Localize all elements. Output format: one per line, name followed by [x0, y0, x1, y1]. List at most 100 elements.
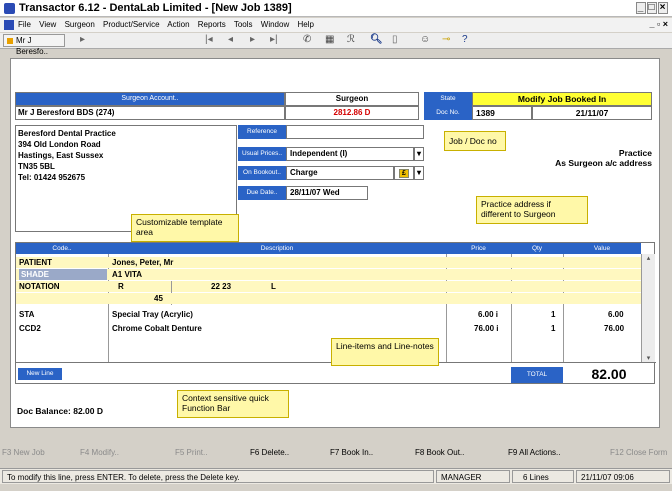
f6-delete-button[interactable]: F6 Delete.. [250, 448, 289, 457]
on-booking-select[interactable]: Charge [286, 166, 394, 180]
f12-close-form-button[interactable]: F12 Close Form [610, 448, 667, 457]
tab-icon [7, 38, 13, 44]
prev-record-icon[interactable]: ◂ [228, 34, 233, 45]
f3-new-job-button[interactable]: F3 New Job [2, 448, 45, 457]
total-value: 82.00 [591, 366, 627, 382]
f7-book-in-button[interactable]: F7 Book In.. [330, 448, 373, 457]
column-header-value[interactable]: Value [563, 243, 641, 254]
row-code: PATIENT [19, 258, 53, 267]
address-line: Tel: 01424 952675 [18, 173, 86, 182]
phone-icon[interactable]: ✆ [303, 34, 311, 45]
practice-address-note: As Surgeon a/c address [555, 158, 652, 168]
due-date-label: Due Date.. [238, 186, 286, 200]
function-bar: F3 New Job F4 Modify.. F5 Print.. F6 Del… [0, 446, 672, 460]
key-icon[interactable]: ⊸ [442, 34, 450, 45]
f5-print-button[interactable]: F5 Print.. [175, 448, 207, 457]
new-line-button[interactable]: New Line [18, 368, 62, 380]
table-row[interactable]: CCD2 Chrome Cobalt Denture 76.00 i 1 76.… [16, 323, 641, 334]
mdi-controls[interactable]: _ ▫ × [650, 19, 668, 29]
column-header-price[interactable]: Price [446, 243, 511, 254]
column-header-description[interactable]: Description [108, 243, 446, 254]
callout-function-bar: Context sensitive quick Function Bar [177, 390, 289, 418]
f4-modify-button[interactable]: F4 Modify.. [80, 448, 119, 457]
column-header-code[interactable]: Code.. [16, 243, 108, 254]
blank-icon[interactable]: ▯ [392, 34, 398, 45]
minimize-button[interactable]: _ [636, 2, 646, 14]
address-line: TN35 5BL [18, 162, 55, 171]
menu-view[interactable]: View [39, 20, 56, 29]
tab-label: Mr J Beresfo.. [16, 36, 49, 56]
grid-scrollbar[interactable]: ▴ ▾ [641, 254, 655, 362]
menu-surgeon[interactable]: Surgeon [65, 20, 95, 29]
state-label: State [424, 92, 472, 106]
help-icon[interactable]: ? [462, 34, 468, 45]
reference-label: Reference [238, 125, 286, 139]
row-value: 6.00 [608, 310, 624, 319]
scroll-down-icon[interactable]: ▾ [642, 354, 655, 362]
search-icon[interactable]: 🔍︎ [370, 34, 383, 45]
menu-action[interactable]: Action [167, 20, 189, 29]
reference-input[interactable] [286, 125, 424, 139]
menu-file[interactable]: File [18, 20, 31, 29]
menu-tools[interactable]: Tools [234, 20, 253, 29]
row-code: STA [19, 310, 35, 319]
on-booking-label: On Bookout.. [238, 166, 286, 180]
table-row[interactable]: NOTATION R 22 23 L [16, 281, 641, 292]
table-row[interactable]: 45 [16, 293, 641, 304]
total-label: TOTAL [511, 367, 563, 383]
notation-right-label: R [118, 282, 124, 291]
table-row[interactable]: PATIENT Jones, Peter, Mr [16, 257, 641, 268]
open-form-tab[interactable]: Mr J Beresfo.. [3, 34, 65, 56]
table-row[interactable]: SHADE A1 VITA [16, 269, 641, 280]
status-user: MANAGER [436, 470, 510, 483]
next-icon[interactable]: ▸ [80, 34, 85, 45]
row-price: 76.00 i [474, 324, 499, 333]
notation-left-label: L [271, 282, 276, 291]
close-button[interactable]: × [658, 2, 668, 14]
title-bar: Transactor 6.12 - DentaLab Limited - [Ne… [0, 0, 672, 17]
row-code: SHADE [19, 269, 107, 280]
due-date-input[interactable]: 28/11/07 Wed [286, 186, 368, 200]
status-bar: To modify this line, press ENTER. To del… [0, 468, 672, 484]
address-line: Beresford Dental Practice [18, 129, 116, 138]
doc-balance: Doc Balance: 82.00 D [17, 406, 103, 416]
chevron-down-icon[interactable]: ▾ [414, 166, 424, 180]
menu-items: File View Surgeon Product/Service Action… [18, 20, 320, 29]
column-header-qty[interactable]: Qty [511, 243, 563, 254]
next-record-icon[interactable]: ▸ [250, 34, 255, 45]
f8-book-out-button[interactable]: F8 Book Out.. [415, 448, 464, 457]
toolbar: Mr J Beresfo.. ▸ |◂ ◂ ▸ ▸| ✆ ▦ ℛ 🔍︎ ▯ ☺ … [0, 33, 672, 56]
callout-line-items: Line-items and Line-notes [331, 338, 439, 366]
currency-icon[interactable]: £ [394, 166, 414, 180]
notation-upper-teeth: 22 23 [211, 282, 232, 291]
menu-bar: File View Surgeon Product/Service Action… [0, 18, 672, 32]
scroll-up-icon[interactable]: ▴ [642, 254, 655, 262]
table-row[interactable]: STA Special Tray (Acrylic) 6.00 i 1 6.00 [16, 309, 641, 320]
chevron-down-icon[interactable]: ▾ [414, 147, 424, 161]
usual-prices-select[interactable]: Independent (I) [286, 147, 414, 161]
row-description: A1 VITA [112, 270, 143, 279]
calculator-icon[interactable]: ▦ [325, 34, 334, 45]
menu-product-service[interactable]: Product/Service [103, 20, 159, 29]
address-line: Hastings, East Sussex [18, 151, 104, 160]
binoculars-icon[interactable]: ℛ [347, 34, 355, 45]
last-record-icon[interactable]: ▸| [270, 34, 278, 45]
account-header[interactable]: Surgeon Account.. [15, 92, 285, 106]
row-code: NOTATION [19, 282, 60, 291]
menu-help[interactable]: Help [297, 20, 313, 29]
first-record-icon[interactable]: |◂ [205, 34, 213, 45]
row-qty: 1 [551, 310, 556, 319]
menu-window[interactable]: Window [261, 20, 289, 29]
usual-prices-label: Usual Prices.. [238, 147, 286, 161]
maximize-button[interactable]: □ [647, 2, 657, 14]
doc-date[interactable]: 21/11/07 [532, 106, 652, 120]
people-icon[interactable]: ☺ [420, 34, 430, 45]
document-icon [4, 20, 14, 30]
docno-value[interactable]: 1389 [472, 106, 532, 120]
account-name: Mr J Beresford BDS (274) [15, 106, 285, 120]
status-datetime: 21/11/07 09:06 [576, 470, 670, 483]
f9-all-actions-button[interactable]: F9 All Actions.. [508, 448, 560, 457]
row-code: CCD2 [19, 324, 41, 333]
status-hint: To modify this line, press ENTER. To del… [2, 470, 434, 483]
menu-reports[interactable]: Reports [198, 20, 226, 29]
